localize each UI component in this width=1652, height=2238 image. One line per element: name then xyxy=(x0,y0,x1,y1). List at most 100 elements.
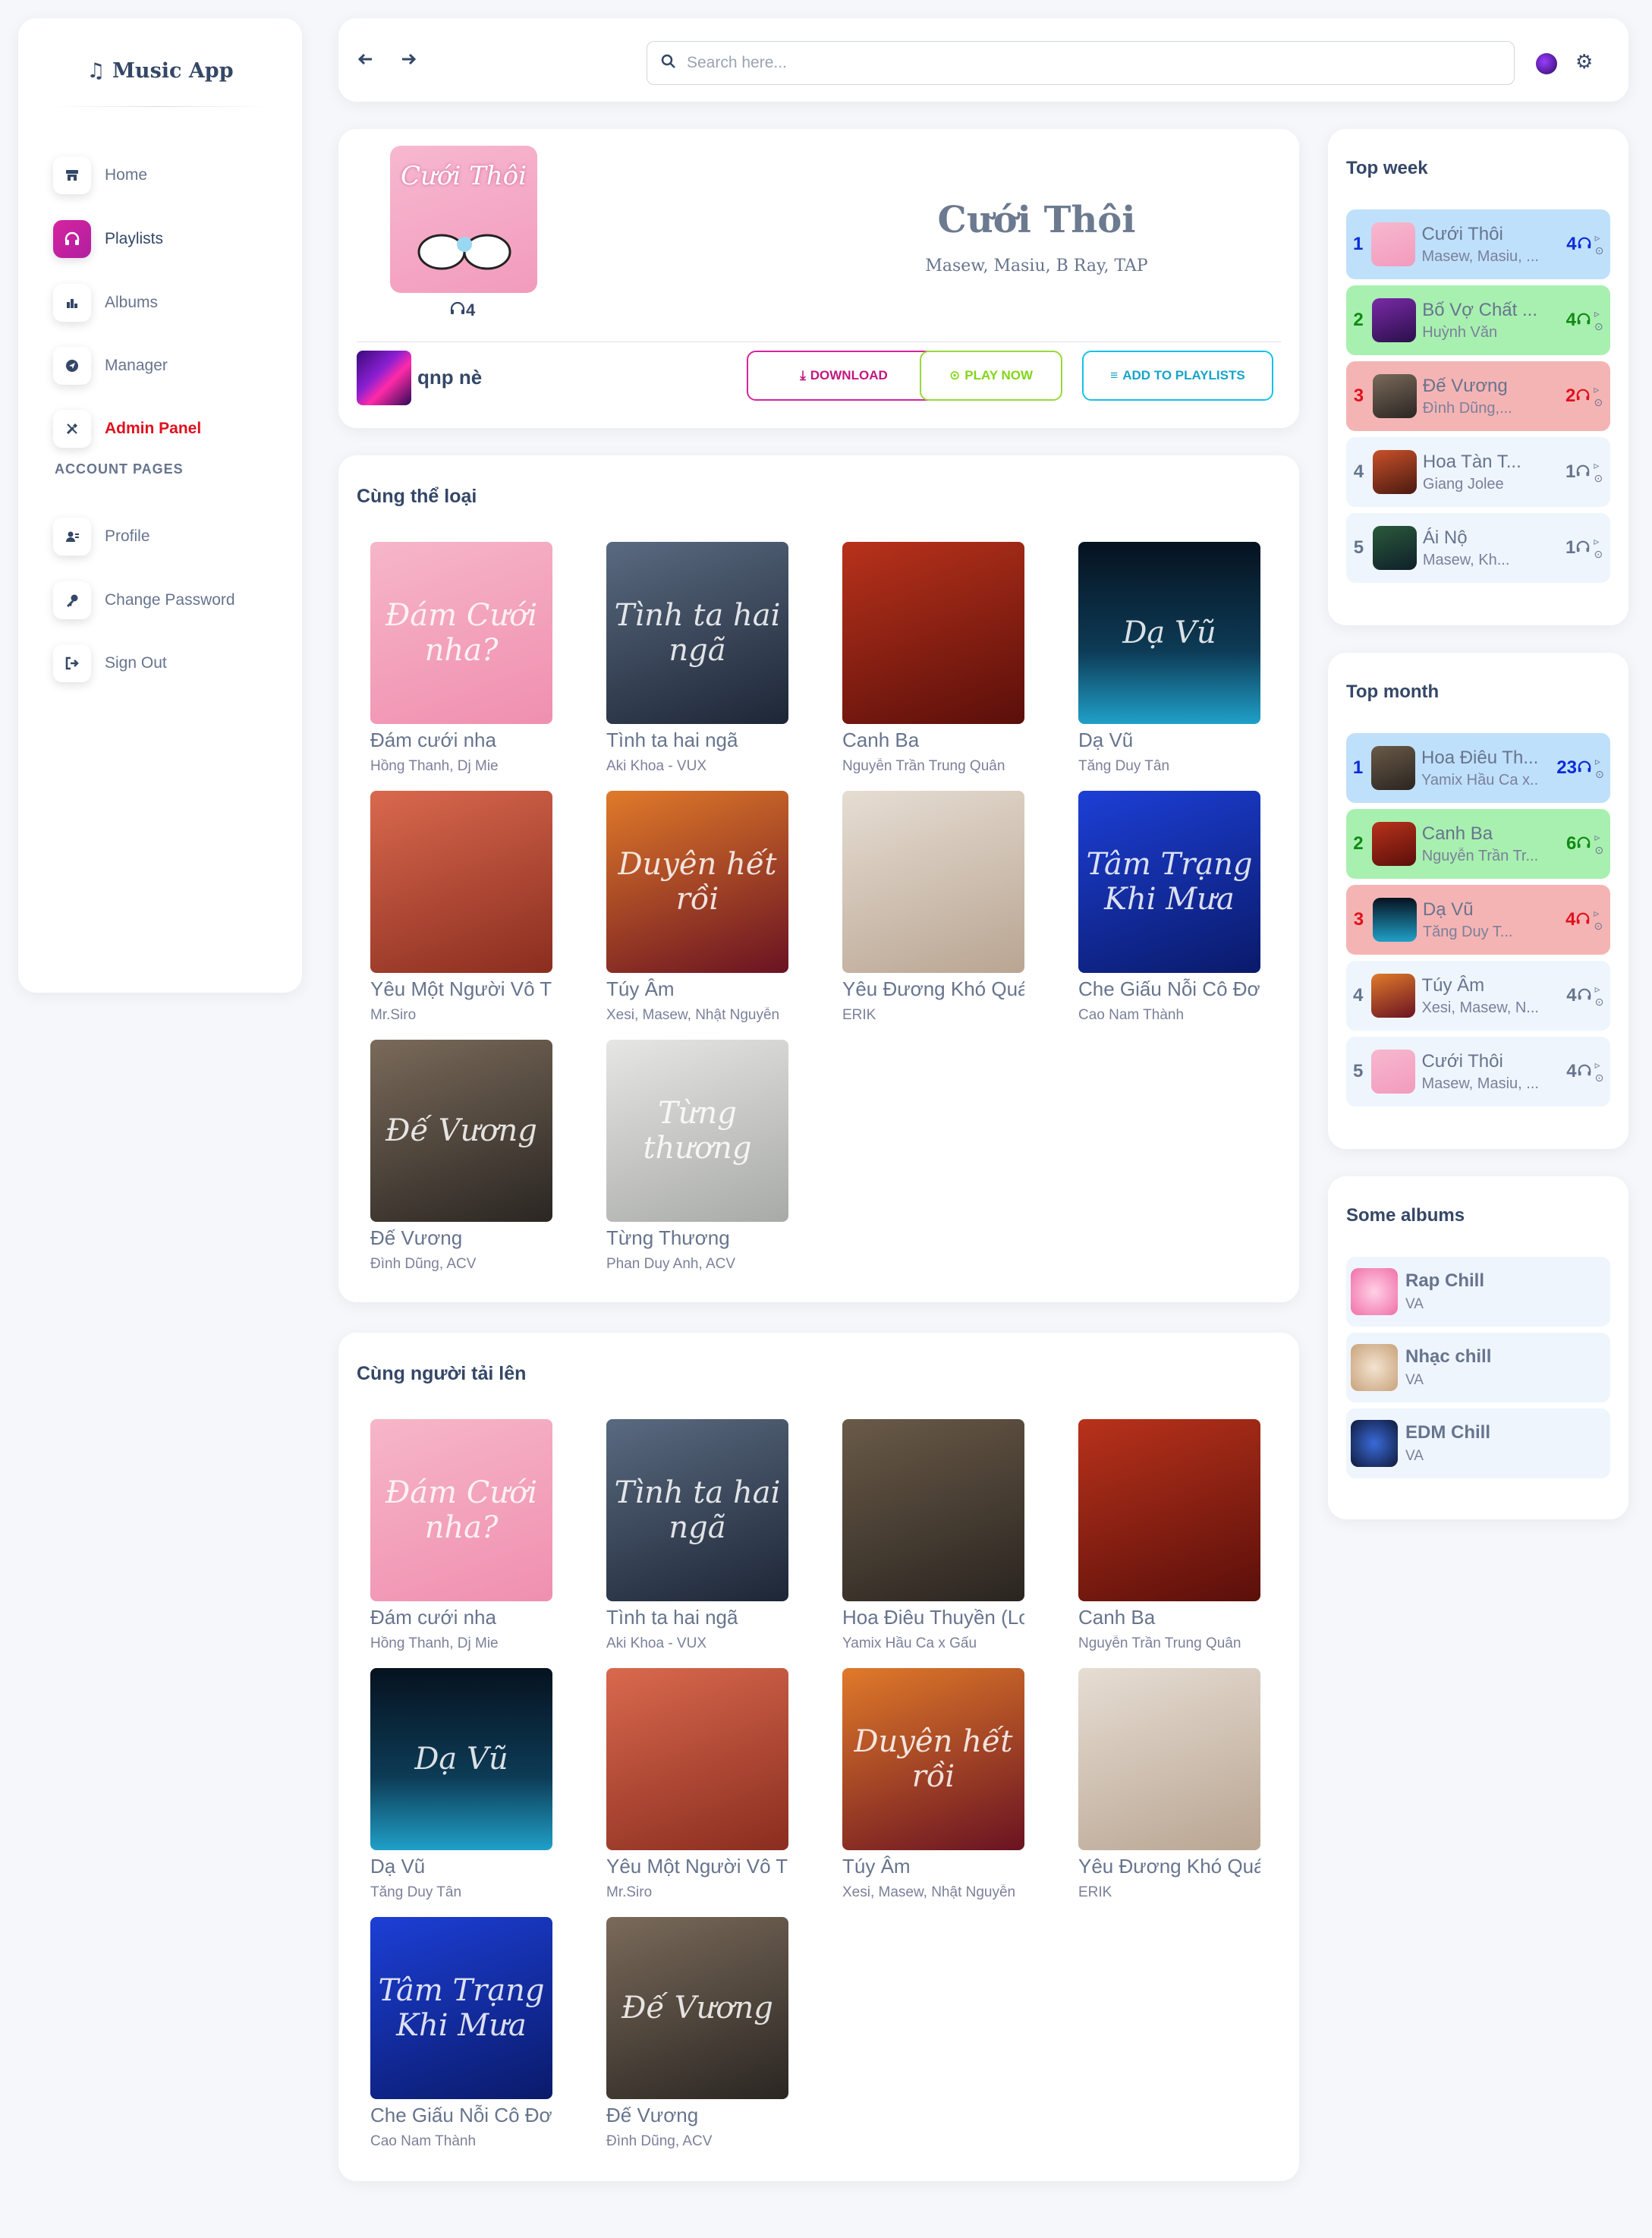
play-icon[interactable]: ▹ ⊙ xyxy=(1594,459,1610,485)
play-icon[interactable]: ▹ ⊙ xyxy=(1594,907,1610,933)
rank-item[interactable]: 5 Cưới Thôi Masew, Masiu, ... 4 ▹ ⊙ xyxy=(1346,1037,1610,1106)
song-name[interactable]: Đám cưới nha xyxy=(370,729,552,752)
sidebar-item-albums[interactable]: Albums xyxy=(53,284,158,322)
song-name[interactable]: Yêu Một Người Vô Tâm xyxy=(606,1855,788,1878)
song-name[interactable]: Yêu Đương Khó Quá xyxy=(1078,1855,1260,1878)
song-name[interactable]: Dạ Vũ xyxy=(1078,729,1260,752)
song-tile-tung-thuong[interactable]: Từng thương Từng Thương Phan Duy Anh, ACV xyxy=(606,1040,788,1273)
song-tile-che-giau-noi-co-don[interactable]: Tâm Trạng Khi Mưa Che Giấu Nỗi Cô Đơn Cao … xyxy=(1078,791,1260,1024)
play-icon[interactable]: ▹ ⊙ xyxy=(1594,307,1610,333)
album-item[interactable]: EDM Chill VA xyxy=(1346,1409,1610,1478)
song-name[interactable]: Canh Ba xyxy=(1078,1606,1260,1629)
song-name[interactable]: Tình ta hai ngã xyxy=(606,729,788,752)
sidebar-item-home[interactable]: Home xyxy=(53,156,147,194)
back-arrow-icon[interactable] xyxy=(355,49,376,76)
rank-item[interactable]: 3 Đế Vương Đình Dũng,... 2 ▹ ⊙ xyxy=(1346,361,1610,431)
song-name[interactable]: Yêu Một Người Vô Tâm xyxy=(370,977,552,1001)
sidebar-item-admin-panel[interactable]: Admin Panel xyxy=(53,410,201,448)
sidebar-item-playlists[interactable]: Playlists xyxy=(53,220,163,258)
rank-item[interactable]: 2 Bố Vợ Chất ... Huỳnh Văn 4 ▹ ⊙ xyxy=(1346,285,1610,355)
play-now-button[interactable]: ⊙ PLAY NOW xyxy=(920,351,1062,401)
song-tile-yeu-mot-nguoi-vo-tam[interactable]: Yêu Một Người Vô Tâm Mr.Siro xyxy=(606,1668,788,1901)
album-item[interactable]: Rap Chill VA xyxy=(1346,1257,1610,1327)
song-name[interactable]: Đế Vương xyxy=(606,2104,788,2127)
song-tile-hoa-dieu-thuyen-lofi[interactable]: Hoa Điêu Thuyền (Lofi) Yamix Hầu Ca x Gấu xyxy=(842,1419,1024,1652)
song-tile-dam-cuoi-nha[interactable]: Đám Cưới nha? Đám cưới nha Hồng Thanh, Dj … xyxy=(370,542,552,775)
song-name[interactable]: Dạ Vũ xyxy=(370,1855,552,1878)
song-name[interactable]: Đám cưới nha xyxy=(370,1606,552,1629)
song-tile-yeu-duong-kho-qua[interactable]: Yêu Đương Khó Quá ERIK xyxy=(1078,1668,1260,1901)
song-cover[interactable] xyxy=(842,791,1024,973)
song-name[interactable]: Yêu Đương Khó Quá xyxy=(842,977,1024,1001)
song-name[interactable]: Túy Âm xyxy=(606,977,788,1001)
song-cover[interactable]: Đám Cưới nha? xyxy=(370,1419,552,1601)
play-icon[interactable]: ▹ ⊙ xyxy=(1594,535,1610,561)
song-cover[interactable] xyxy=(606,1668,788,1850)
song-cover[interactable]: Từng thương xyxy=(606,1040,788,1222)
download-button[interactable]: ⤓ DOWNLOAD xyxy=(747,351,941,401)
song-cover[interactable]: Duyên hết rồi xyxy=(606,791,788,973)
song-cover[interactable]: Duyên hết rồi xyxy=(842,1668,1024,1850)
rank-item[interactable]: 4 Hoa Tàn T... Giang Jolee 1 ▹ ⊙ xyxy=(1346,437,1610,507)
song-tile-da-vu[interactable]: Dạ Vũ Dạ Vũ Tăng Duy Tân xyxy=(370,1668,552,1901)
song-cover[interactable] xyxy=(370,791,552,973)
rank-item[interactable]: 2 Canh Ba Nguyễn Trần Tr... 6 ▹ ⊙ xyxy=(1346,809,1610,879)
song-name[interactable]: Hoa Điêu Thuyền (Lofi) xyxy=(842,1606,1024,1629)
song-tile-yeu-mot-nguoi-vo-tam[interactable]: Yêu Một Người Vô Tâm Mr.Siro xyxy=(370,791,552,1024)
play-icon[interactable]: ▹ ⊙ xyxy=(1595,755,1610,781)
song-tile-canh-ba[interactable]: Canh Ba Nguyễn Trần Trung Quân xyxy=(842,542,1024,775)
song-cover[interactable] xyxy=(842,1419,1024,1601)
song-cover[interactable]: Tình ta hai ngã xyxy=(606,1419,788,1601)
brand[interactable]: ♫ Music App xyxy=(18,59,302,83)
song-tile-da-vu[interactable]: Dạ Vũ Dạ Vũ Tăng Duy Tân xyxy=(1078,542,1260,775)
song-cover[interactable]: Tâm Trạng Khi Mưa xyxy=(370,1917,552,2099)
song-tile-de-vuong[interactable]: Đế Vương Đế Vương Đình Dũng, ACV xyxy=(606,1917,788,2150)
forward-arrow-icon[interactable] xyxy=(398,49,419,76)
song-name[interactable]: Che Giấu Nỗi Cô Đơn xyxy=(1078,977,1260,1001)
sidebar-item-profile[interactable]: Profile xyxy=(53,518,150,556)
uploader-name[interactable]: qnp nè xyxy=(417,366,482,389)
song-cover[interactable]: Đế Vương xyxy=(606,1917,788,2099)
song-tile-dam-cuoi-nha[interactable]: Đám Cưới nha? Đám cưới nha Hồng Thanh, Dj … xyxy=(370,1419,552,1652)
song-tile-canh-ba[interactable]: Canh Ba Nguyễn Trần Trung Quân xyxy=(1078,1419,1260,1652)
search-box[interactable] xyxy=(647,41,1515,85)
song-tile-che-giau-noi-co-don[interactable]: Tâm Trạng Khi Mưa Che Giấu Nỗi Cô Đơn Cao … xyxy=(370,1917,552,2150)
play-icon[interactable]: ▹ ⊙ xyxy=(1595,231,1610,257)
song-cover[interactable]: Dạ Vũ xyxy=(370,1668,552,1850)
song-name[interactable]: Tình ta hai ngã xyxy=(606,1606,788,1629)
play-icon[interactable]: ▹ ⊙ xyxy=(1594,383,1610,409)
song-tile-tuy-am[interactable]: Duyên hết rồi Túy Âm Xesi, Masew, Nhật Ngu… xyxy=(842,1668,1024,1901)
song-tile-tinh-ta-hai-nga[interactable]: Tình ta hai ngã Tình ta hai ngã Aki Khoa -… xyxy=(606,1419,788,1652)
rank-item[interactable]: 5 Ái Nộ Masew, Kh... 1 ▹ ⊙ xyxy=(1346,513,1610,583)
sidebar-item-change-password[interactable]: Change Password xyxy=(53,581,235,619)
sidebar-item-sign-out[interactable]: Sign Out xyxy=(53,644,167,682)
song-cover[interactable]: Đám Cưới nha? xyxy=(370,542,552,724)
song-name[interactable]: Che Giấu Nỗi Cô Đơn xyxy=(370,2104,552,2127)
song-name[interactable]: Túy Âm xyxy=(842,1855,1024,1878)
song-name[interactable]: Canh Ba xyxy=(842,729,1024,752)
rank-item[interactable]: 1 Hoa Điêu Th... Yamix Hầu Ca x... 23 ▹ ⊙ xyxy=(1346,733,1610,803)
sidebar-item-manager[interactable]: Manager xyxy=(53,347,168,385)
song-cover[interactable] xyxy=(842,542,1024,724)
song-name[interactable]: Đế Vương xyxy=(370,1226,552,1250)
search-input[interactable] xyxy=(687,54,1446,72)
song-tile-tinh-ta-hai-nga[interactable]: Tình ta hai ngã Tình ta hai ngã Aki Khoa -… xyxy=(606,542,788,775)
song-cover[interactable] xyxy=(1078,1419,1260,1601)
song-tile-yeu-duong-kho-qua[interactable]: Yêu Đương Khó Quá ERIK xyxy=(842,791,1024,1024)
song-tile-tuy-am[interactable]: Duyên hết rồi Túy Âm Xesi, Masew, Nhật Ngu… xyxy=(606,791,788,1024)
song-cover[interactable] xyxy=(1078,1668,1260,1850)
play-icon[interactable]: ▹ ⊙ xyxy=(1595,983,1610,1009)
rank-item[interactable]: 3 Dạ Vũ Tăng Duy T... 4 ▹ ⊙ xyxy=(1346,885,1610,955)
song-cover[interactable]: Dạ Vũ xyxy=(1078,542,1260,724)
song-name[interactable]: Từng Thương xyxy=(606,1226,788,1250)
song-cover[interactable]: Đế Vương xyxy=(370,1040,552,1222)
add-to-playlists-button[interactable]: ≡ ADD TO PLAYLISTS xyxy=(1082,351,1273,401)
gear-icon[interactable]: ⚙ xyxy=(1575,50,1593,74)
user-avatar[interactable] xyxy=(1536,53,1557,74)
uploader-avatar[interactable] xyxy=(357,351,411,405)
play-icon[interactable]: ▹ ⊙ xyxy=(1594,831,1610,857)
song-tile-de-vuong[interactable]: Đế Vương Đế Vương Đình Dũng, ACV xyxy=(370,1040,552,1273)
album-item[interactable]: Nhạc chill VA xyxy=(1346,1333,1610,1402)
play-icon[interactable]: ▹ ⊙ xyxy=(1595,1059,1610,1084)
song-cover[interactable]: Tình ta hai ngã xyxy=(606,542,788,724)
